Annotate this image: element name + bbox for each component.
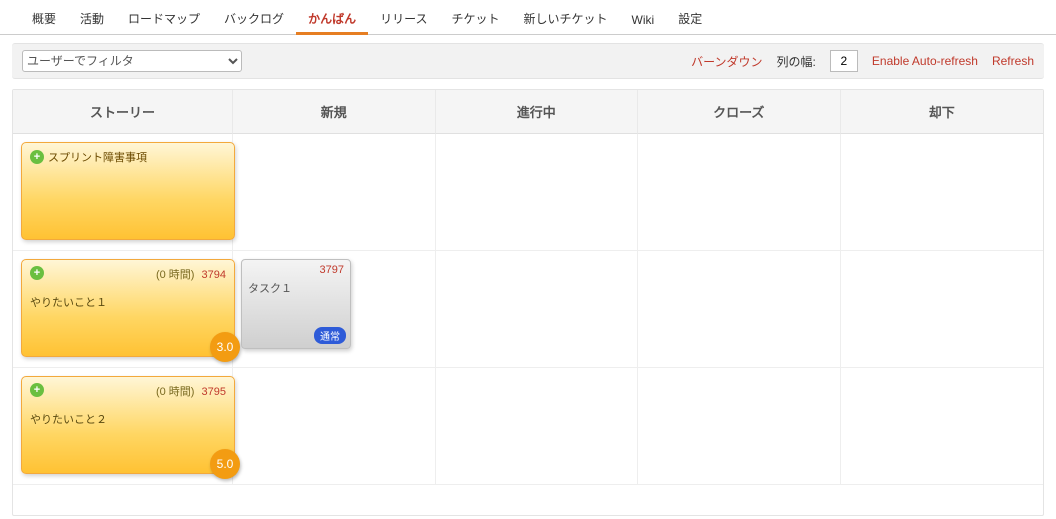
story-card[interactable]: + スプリント障害事項	[21, 142, 235, 240]
cell-rejected[interactable]	[841, 368, 1044, 484]
tab-roadmap[interactable]: ロードマップ	[116, 4, 212, 34]
cell-progress[interactable]	[436, 134, 639, 250]
tab-tickets[interactable]: チケット	[439, 4, 511, 34]
story-card[interactable]: + (0 時間) 3794 やりたいこと１ 3.0	[21, 259, 235, 357]
tab-new-ticket[interactable]: 新しいチケット	[512, 4, 620, 34]
column-headers: ストーリー 新規 進行中 クローズ 却下	[13, 90, 1043, 134]
kanban-toolbar: ユーザーでフィルタ バーンダウン 列の幅: Enable Auto-refres…	[12, 43, 1044, 79]
cell-progress[interactable]	[436, 368, 639, 484]
plus-icon[interactable]: +	[30, 150, 44, 164]
task-ticket[interactable]: 3797	[320, 264, 344, 276]
task-card[interactable]: 3797 タスク１ 通常	[241, 259, 351, 349]
col-head-new: 新規	[233, 90, 436, 134]
story-desc: やりたいこと１	[30, 294, 226, 310]
lane-1: + (0 時間) 3794 やりたいこと１ 3.0 3797 タスク１ 通常	[13, 251, 1043, 368]
plus-icon[interactable]: +	[30, 383, 44, 397]
plus-icon[interactable]: +	[30, 266, 44, 280]
cell-new[interactable]: 3797 タスク１ 通常	[233, 251, 436, 367]
story-cell: + (0 時間) 3794 やりたいこと１ 3.0	[13, 251, 233, 367]
story-card[interactable]: + (0 時間) 3795 やりたいこと２ 5.0	[21, 376, 235, 474]
tab-release[interactable]: リリース	[368, 4, 439, 34]
cell-closed[interactable]	[638, 134, 841, 250]
story-desc: やりたいこと２	[30, 411, 226, 427]
kanban-board: ストーリー 新規 進行中 クローズ 却下 + スプリント障害事項 +	[12, 89, 1044, 516]
story-cell: + スプリント障害事項	[13, 134, 233, 250]
col-head-rejected: 却下	[841, 90, 1044, 134]
burndown-link[interactable]: バーンダウン	[691, 53, 762, 70]
tab-backlog[interactable]: バックログ	[212, 4, 296, 34]
lane-2: + (0 時間) 3795 やりたいこと２ 5.0	[13, 368, 1043, 485]
tab-activity[interactable]: 活動	[68, 4, 116, 34]
col-head-progress: 進行中	[436, 90, 639, 134]
story-cell: + (0 時間) 3795 やりたいこと２ 5.0	[13, 368, 233, 484]
refresh-link[interactable]: Refresh	[992, 54, 1034, 68]
cell-rejected[interactable]	[841, 134, 1044, 250]
story-hours: (0 時間)	[156, 269, 195, 281]
cell-closed[interactable]	[638, 368, 841, 484]
user-filter-select[interactable]: ユーザーでフィルタ	[22, 50, 242, 72]
cell-new[interactable]	[233, 368, 436, 484]
story-hours: (0 時間)	[156, 386, 195, 398]
cell-progress[interactable]	[436, 251, 639, 367]
col-width-label: 列の幅:	[777, 53, 816, 70]
story-ticket[interactable]: 3795	[202, 386, 226, 398]
tab-overview[interactable]: 概要	[20, 4, 68, 34]
lane-impediments: + スプリント障害事項	[13, 134, 1043, 251]
story-title: スプリント障害事項	[48, 149, 147, 165]
cell-closed[interactable]	[638, 251, 841, 367]
project-tabs: 概要 活動 ロードマップ バックログ かんばん リリース チケット 新しいチケッ…	[0, 0, 1056, 35]
tab-settings[interactable]: 設定	[666, 4, 714, 34]
auto-refresh-link[interactable]: Enable Auto-refresh	[872, 54, 978, 68]
col-head-closed: クローズ	[638, 90, 841, 134]
task-priority-badge: 通常	[314, 327, 346, 344]
cell-new[interactable]	[233, 134, 436, 250]
task-title: タスク１	[248, 280, 344, 296]
tab-wiki[interactable]: Wiki	[620, 7, 667, 34]
col-width-input[interactable]	[830, 50, 858, 72]
story-ticket[interactable]: 3794	[202, 269, 226, 281]
col-head-story: ストーリー	[13, 90, 233, 134]
cell-rejected[interactable]	[841, 251, 1044, 367]
tab-kanban[interactable]: かんばん	[296, 4, 368, 34]
